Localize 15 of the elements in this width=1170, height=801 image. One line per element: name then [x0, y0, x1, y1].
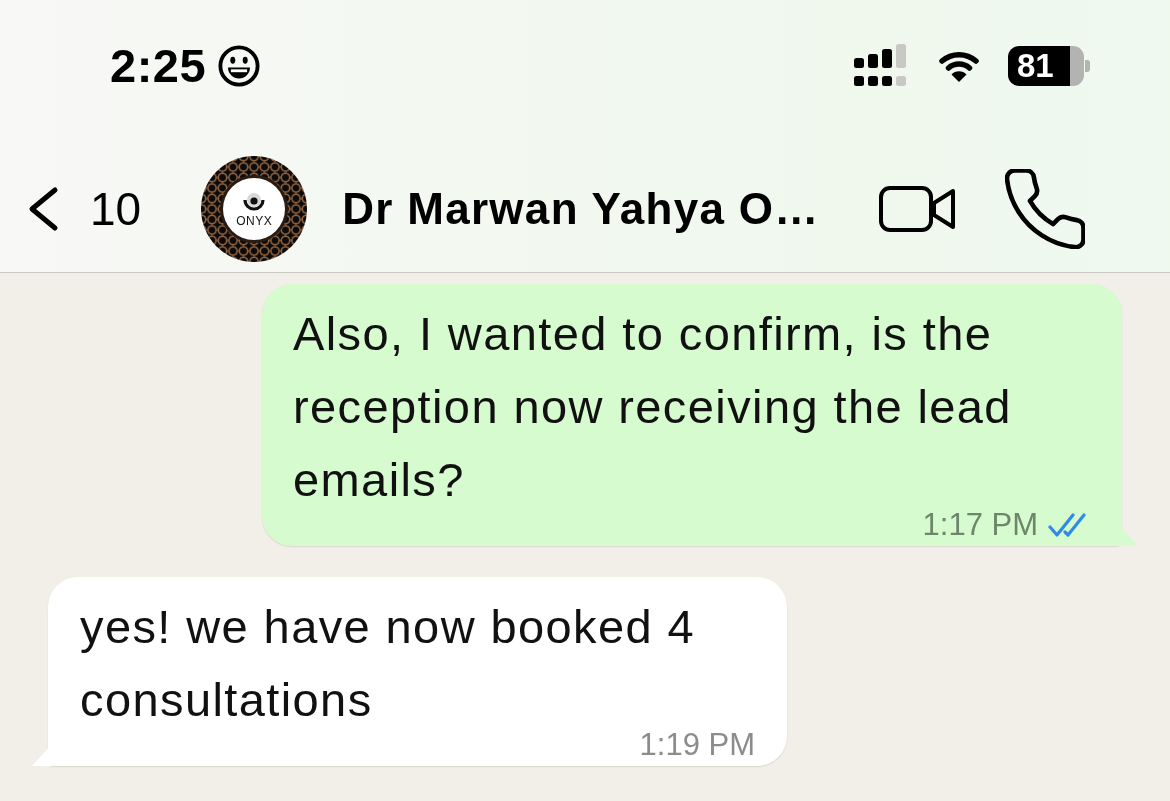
contact-avatar[interactable]: ONYX [201, 155, 308, 262]
grinning-face-icon [218, 44, 261, 87]
message-text: Also, I wanted to confirm, is the reception now receiving the lead emails? [293, 307, 1012, 506]
message-time: 1:17 PM [922, 507, 1038, 542]
phone-icon[interactable] [1005, 168, 1085, 249]
message-text: yes! we have now booked 4 consultations [80, 600, 696, 726]
battery-indicator: 81 [1008, 45, 1090, 86]
logo-text: ONYX [236, 215, 273, 227]
message-time: 1:19 PM [639, 727, 755, 762]
eye-logo-icon [242, 190, 267, 214]
chevron-left-icon [26, 185, 60, 232]
status-time: 2:25 [110, 38, 207, 93]
video-camera-icon[interactable] [879, 185, 957, 232]
back-button[interactable]: 10 [26, 181, 142, 236]
contact-name[interactable]: Dr Marwan Yahya O… [342, 183, 820, 234]
